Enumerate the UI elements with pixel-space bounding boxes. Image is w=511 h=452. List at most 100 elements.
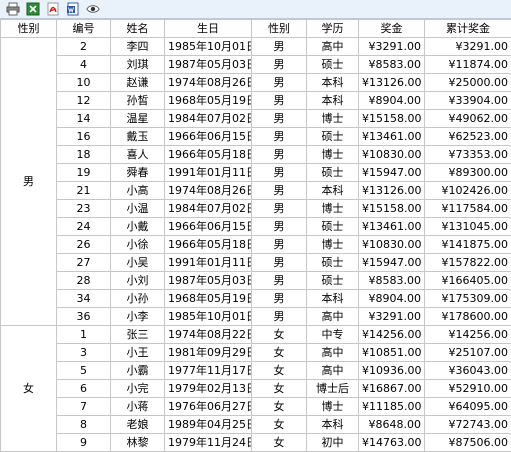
gender-cell: 男: [252, 110, 307, 128]
bonus-cell: ¥10936.00: [359, 362, 425, 380]
bonus-cell: ¥11185.00: [359, 398, 425, 416]
header-name: 姓名: [111, 20, 165, 38]
bonus-cell: ¥13461.00: [359, 128, 425, 146]
cumulative-bonus-cell: ¥49062.00: [425, 110, 511, 128]
table-row: 4刘琪1987年05月03日男硕士¥8583.00¥11874.00: [1, 56, 511, 74]
table-row: 7小蒋1976年06月27日女博士¥11185.00¥64095.00: [1, 398, 511, 416]
table-row: 8老娘1989年04月25日女本科¥8648.00¥72743.00: [1, 416, 511, 434]
export-pdf-button[interactable]: [46, 2, 60, 16]
cumulative-bonus-cell: ¥175309.00: [425, 290, 511, 308]
id-cell: 3: [57, 344, 111, 362]
education-cell: 高中: [307, 344, 359, 362]
gender-cell: 女: [252, 398, 307, 416]
cumulative-bonus-cell: ¥33904.00: [425, 92, 511, 110]
id-cell: 23: [57, 200, 111, 218]
birthday-cell: 1966年06月15日: [165, 128, 252, 146]
table-row: 14温星1984年07月02日男博士¥15158.00¥49062.00: [1, 110, 511, 128]
name-cell: 小蒋: [111, 398, 165, 416]
export-excel-button[interactable]: [26, 2, 40, 16]
preview-icon: [86, 2, 100, 16]
birthday-cell: 1985年10月01日: [165, 38, 252, 56]
table-row: 34小孙1968年05月19日男本科¥8904.00¥175309.00: [1, 290, 511, 308]
birthday-cell: 1984年07月02日: [165, 110, 252, 128]
birthday-cell: 1985年10月01日: [165, 308, 252, 326]
bonus-cell: ¥8583.00: [359, 272, 425, 290]
gender-cell: 男: [252, 236, 307, 254]
cumulative-bonus-cell: ¥89300.00: [425, 164, 511, 182]
bonus-cell: ¥16867.00: [359, 380, 425, 398]
gender-cell: 男: [252, 74, 307, 92]
bonus-cell: ¥13126.00: [359, 74, 425, 92]
gender-cell: 男: [252, 164, 307, 182]
gender-cell: 女: [252, 326, 307, 344]
birthday-cell: 1979年11月24日: [165, 434, 252, 452]
print-button[interactable]: [6, 2, 20, 16]
birthday-cell: 1966年05月18日: [165, 146, 252, 164]
bonus-cell: ¥13126.00: [359, 182, 425, 200]
table-row: 10赵谦1974年08月26日男本科¥13126.00¥25000.00: [1, 74, 511, 92]
header-education: 学历: [307, 20, 359, 38]
gender-group-cell: 女: [1, 326, 57, 452]
name-cell: 小刘: [111, 272, 165, 290]
table-row: 12孙皙1968年05月19日男本科¥8904.00¥33904.00: [1, 92, 511, 110]
birthday-cell: 1974年08月26日: [165, 182, 252, 200]
name-cell: 小王: [111, 344, 165, 362]
id-cell: 16: [57, 128, 111, 146]
name-cell: 小戴: [111, 218, 165, 236]
education-cell: 中专: [307, 326, 359, 344]
gender-cell: 男: [252, 56, 307, 74]
name-cell: 赵谦: [111, 74, 165, 92]
gender-cell: 男: [252, 128, 307, 146]
table-row: 6小完1979年02月13日女博士后¥16867.00¥52910.00: [1, 380, 511, 398]
table-row: 26小徐1966年05月18日男博士¥10830.00¥141875.00: [1, 236, 511, 254]
table-row: 19舜春1991年01月11日男硕士¥15947.00¥89300.00: [1, 164, 511, 182]
header-gender-group: 性别: [1, 20, 57, 38]
table-row: 24小戴1966年06月15日男硕士¥13461.00¥131045.00: [1, 218, 511, 236]
education-cell: 本科: [307, 182, 359, 200]
id-cell: 2: [57, 38, 111, 56]
cumulative-bonus-cell: ¥102426.00: [425, 182, 511, 200]
gender-group-cell: 男: [1, 38, 57, 326]
name-cell: 戴玉: [111, 128, 165, 146]
table-row: 16戴玉1966年06月15日男硕士¥13461.00¥62523.00: [1, 128, 511, 146]
birthday-cell: 1979年02月13日: [165, 380, 252, 398]
id-cell: 34: [57, 290, 111, 308]
header-row: 性别 编号 姓名 生日 性别 学历 奖金 累计奖金: [1, 20, 511, 38]
bonus-cell: ¥13461.00: [359, 218, 425, 236]
name-cell: 小高: [111, 182, 165, 200]
id-cell: 14: [57, 110, 111, 128]
cumulative-bonus-cell: ¥166405.00: [425, 272, 511, 290]
cumulative-bonus-cell: ¥62523.00: [425, 128, 511, 146]
word-icon: [66, 2, 80, 16]
id-cell: 5: [57, 362, 111, 380]
name-cell: 孙皙: [111, 92, 165, 110]
cumulative-bonus-cell: ¥131045.00: [425, 218, 511, 236]
table-row: 28小刘1987年05月03日男硕士¥8583.00¥166405.00: [1, 272, 511, 290]
education-cell: 初中: [307, 434, 359, 452]
birthday-cell: 1981年09月29日: [165, 344, 252, 362]
header-bonus: 奖金: [359, 20, 425, 38]
id-cell: 9: [57, 434, 111, 452]
table-row: 5小霸1977年11月17日女高中¥10936.00¥36043.00: [1, 362, 511, 380]
bonus-report-table: 性别 编号 姓名 生日 性别 学历 奖金 累计奖金 男2李四1985年10月01…: [0, 19, 511, 452]
export-word-button[interactable]: [66, 2, 80, 16]
preview-button[interactable]: [86, 2, 100, 16]
birthday-cell: 1989年04月25日: [165, 416, 252, 434]
gender-cell: 男: [252, 218, 307, 236]
education-cell: 硕士: [307, 254, 359, 272]
table-row: 9林黎1979年11月24日女初中¥14763.00¥87506.00: [1, 434, 511, 452]
id-cell: 6: [57, 380, 111, 398]
header-cumulative-bonus: 累计奖金: [425, 20, 511, 38]
birthday-cell: 1974年08月26日: [165, 74, 252, 92]
bonus-cell: ¥15947.00: [359, 254, 425, 272]
education-cell: 高中: [307, 362, 359, 380]
gender-cell: 男: [252, 290, 307, 308]
birthday-cell: 1984年07月02日: [165, 200, 252, 218]
bonus-cell: ¥8583.00: [359, 56, 425, 74]
gender-cell: 男: [252, 254, 307, 272]
education-cell: 本科: [307, 416, 359, 434]
education-cell: 博士: [307, 200, 359, 218]
gender-cell: 女: [252, 362, 307, 380]
header-gender: 性别: [252, 20, 307, 38]
id-cell: 21: [57, 182, 111, 200]
